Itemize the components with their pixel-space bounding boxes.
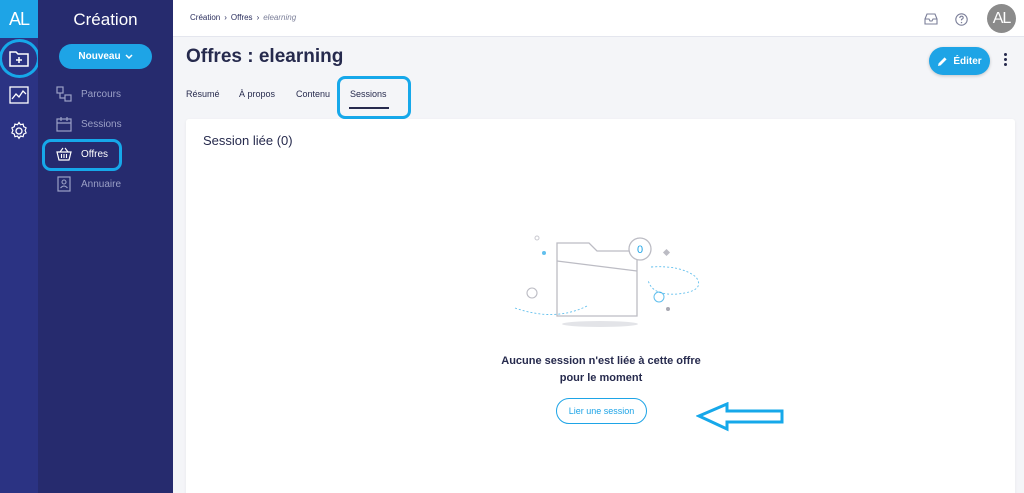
breadcrumb-current: elearning — [263, 13, 297, 22]
rail-item-stats[interactable] — [0, 80, 38, 110]
edit-button-label: Éditer — [953, 55, 982, 67]
pencil-icon — [938, 56, 947, 66]
tab-resume[interactable]: Résumé — [186, 89, 220, 99]
sidebar-item-annuaire[interactable]: Annuaire — [56, 174, 121, 194]
edit-button[interactable]: Éditer — [929, 47, 990, 75]
card-title: Session liée (0) — [203, 133, 293, 148]
highlight-ring-offres — [42, 139, 122, 171]
empty-folder-illustration: 0 — [514, 235, 700, 327]
top-bar: Création › Offres › elearning AL — [173, 0, 1024, 37]
empty-state-line: Aucune session n'est liée à cette offre — [501, 355, 701, 367]
chevron-right-icon: › — [224, 13, 227, 22]
sidebar-item-label: Sessions — [81, 118, 122, 130]
rail-item-settings[interactable] — [0, 116, 38, 146]
contact-book-icon — [57, 176, 71, 192]
inbox-button[interactable] — [923, 11, 939, 27]
chart-line-icon — [9, 86, 29, 104]
breadcrumb-item[interactable]: Offres — [231, 13, 253, 22]
badge-count: 0 — [637, 244, 643, 256]
help-icon — [954, 12, 968, 26]
empty-state-line: pour le moment — [559, 372, 643, 384]
calendar-icon — [56, 117, 72, 132]
highlight-ring-rail — [0, 39, 40, 78]
gear-icon — [11, 121, 27, 140]
icon-rail: AL — [0, 0, 40, 493]
sidebar-item-parcours[interactable]: Parcours — [56, 84, 121, 104]
sidebar-title: Création — [73, 10, 138, 29]
link-session-button[interactable]: Lier une session — [556, 398, 647, 424]
kebab-dot — [1003, 58, 1007, 61]
page-title: Offres : elearning — [186, 46, 344, 67]
chevron-right-icon: › — [256, 13, 260, 22]
chevron-down-icon — [125, 53, 133, 59]
inbox-icon — [924, 13, 938, 25]
breadcrumb-item[interactable]: Création — [190, 13, 220, 22]
sessions-card: Session liée (0) 0 Aucune session n'est … — [186, 119, 1015, 493]
highlight-ring-sessions-tab — [337, 76, 411, 119]
sidebar-item-label: Annuaire — [81, 178, 122, 190]
avatar[interactable]: AL — [987, 4, 1016, 33]
kebab-dot — [1003, 53, 1007, 56]
new-button[interactable]: Nouveau — [59, 44, 152, 69]
tab-contenu[interactable]: Contenu — [296, 89, 330, 99]
tab-a-propos[interactable]: À propos — [239, 89, 275, 99]
help-button[interactable] — [953, 11, 969, 27]
kebab-dot — [1003, 63, 1007, 66]
annotation-arrow-left-icon — [696, 402, 784, 432]
sidebar-item-label: Parcours — [81, 88, 122, 100]
sidebar: Création Nouveau Parcours Sessions Offre… — [38, 0, 173, 493]
empty-state-message: Aucune session n'est liée à cette offre … — [486, 353, 716, 387]
sidebar-item-sessions[interactable]: Sessions — [56, 114, 122, 134]
app-logo[interactable]: AL — [0, 0, 38, 38]
breadcrumb: Création › Offres › elearning — [190, 13, 296, 22]
path-icon — [56, 86, 72, 102]
new-button-label: Nouveau — [78, 51, 121, 62]
more-options-button[interactable] — [1000, 53, 1010, 69]
